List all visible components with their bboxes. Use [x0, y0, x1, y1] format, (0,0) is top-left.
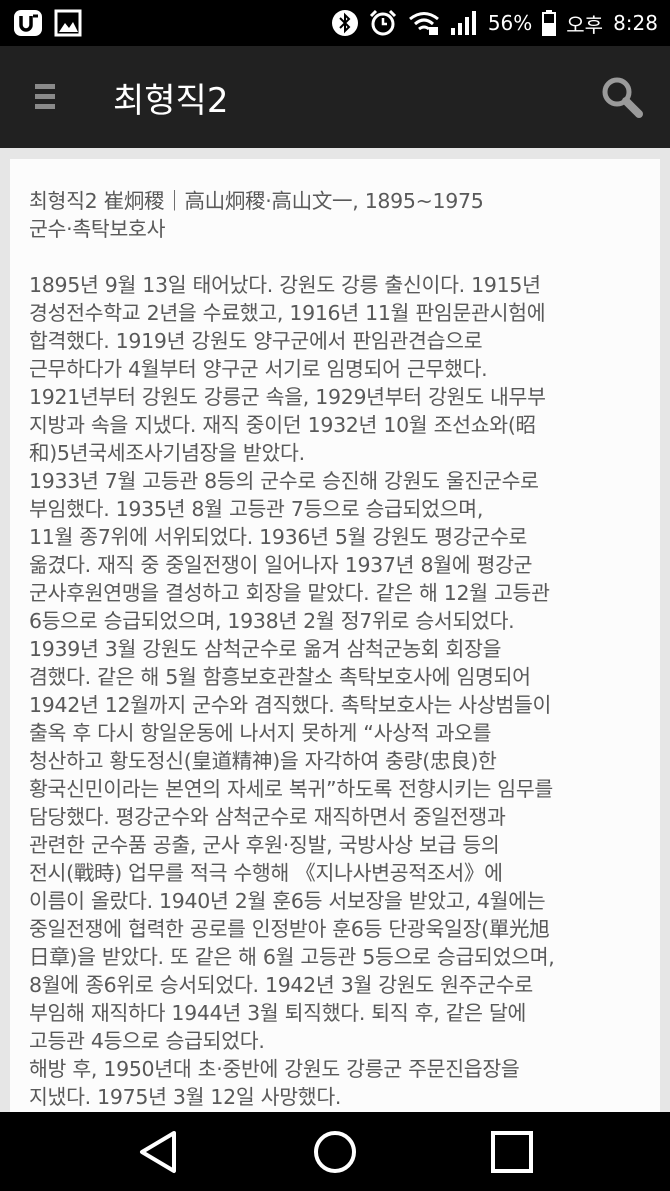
wifi-icon — [408, 10, 440, 36]
screen: 56% 오후 8:28 최형직2 최형직2 崔炯稷｜高山炯稷·高山文一, 189… — [0, 0, 670, 1191]
status-left-icons — [12, 7, 82, 39]
app-bar: 최형직2 — [0, 46, 670, 148]
home-circle-icon[interactable] — [309, 1126, 361, 1178]
entry-header: 최형직2 崔炯稷｜高山炯稷·高山文一, 1895~1975 군수·촉탁보호사 — [29, 189, 484, 241]
page-title: 최형직2 — [113, 81, 229, 121]
battery-percent: 56% — [487, 11, 533, 35]
recent-apps-square-icon[interactable] — [486, 1126, 538, 1178]
status-time: 8:28 — [613, 11, 658, 35]
entry-text: 최형직2 崔炯稷｜高山炯稷·高山文一, 1895~1975 군수·촉탁보호사 1… — [29, 187, 644, 1111]
bluetooth-icon — [331, 10, 358, 36]
app-notification-icon — [12, 7, 44, 39]
search-icon[interactable] — [598, 74, 646, 122]
battery-icon — [542, 10, 557, 36]
back-triangle-icon[interactable] — [132, 1126, 184, 1178]
hamburger-menu-icon[interactable] — [32, 82, 62, 112]
entry-body: 1895년 9월 13일 태어났다. 강원도 강릉 출신이다. 1915년 경성… — [29, 273, 555, 1109]
status-bar: 56% 오후 8:28 — [0, 0, 670, 46]
signal-icon — [450, 10, 478, 36]
content-area[interactable]: 최형직2 崔炯稷｜高山炯稷·高山文一, 1895~1975 군수·촉탁보호사 1… — [0, 148, 670, 1112]
alarm-icon — [368, 8, 398, 38]
status-ampm: 오후 — [566, 12, 604, 37]
status-right-icons: 56% 오후 8:28 — [331, 0, 658, 46]
entry-card: 최형직2 崔炯稷｜高山炯稷·高山文一, 1895~1975 군수·촉탁보호사 1… — [10, 159, 660, 1112]
image-notification-icon — [54, 8, 82, 38]
navigation-bar — [0, 1112, 670, 1191]
